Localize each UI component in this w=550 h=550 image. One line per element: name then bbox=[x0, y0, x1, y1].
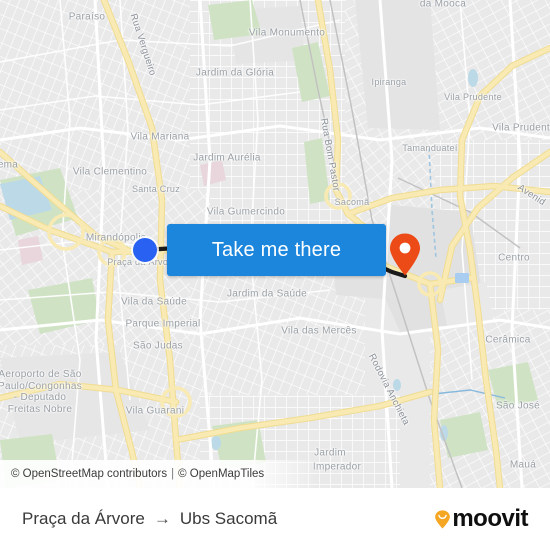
attribution-separator: | bbox=[171, 468, 175, 480]
route-destination-label: Ubs Sacomã bbox=[179, 509, 278, 528]
route-arrow-icon: → bbox=[153, 509, 171, 528]
route-caption: Praça da Árvore → Ubs Sacomã bbox=[22, 509, 277, 529]
route-origin-label: Praça da Árvore bbox=[22, 509, 145, 528]
attribution-osm[interactable]: © OpenStreetMap contributors bbox=[11, 468, 167, 480]
moovit-pin-icon bbox=[435, 509, 451, 529]
origin-marker[interactable] bbox=[133, 238, 157, 262]
map-attribution: © OpenStreetMap contributors | © OpenMap… bbox=[0, 460, 320, 488]
map-pin-icon bbox=[390, 233, 420, 276]
moovit-wordmark: moovit bbox=[452, 505, 528, 532]
destination-marker[interactable] bbox=[388, 232, 422, 276]
take-me-there-button[interactable]: Take me there bbox=[167, 224, 386, 276]
attribution-tiles[interactable]: © OpenMapTiles bbox=[178, 468, 264, 480]
moovit-logo[interactable]: moovit bbox=[434, 507, 528, 531]
footer-bar: Praça da Árvore → Ubs Sacomã moovit bbox=[0, 488, 550, 550]
map-canvas[interactable]: Paraíso Rua Vergueiro Vila Monumento da Moo… bbox=[0, 0, 550, 488]
moovit-map-card: Paraíso Rua Vergueiro Vila Monumento da Moo… bbox=[0, 0, 550, 550]
